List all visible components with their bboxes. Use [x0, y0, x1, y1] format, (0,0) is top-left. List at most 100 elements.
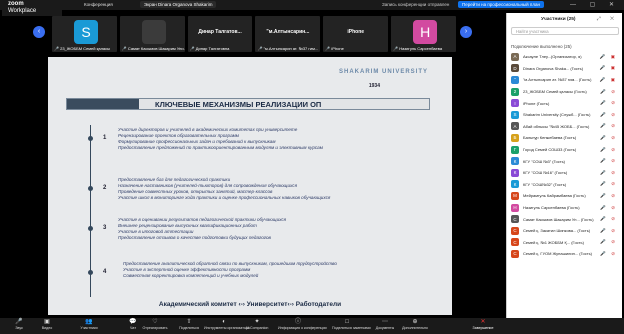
participant-name: КГУ "СОШ №3" (Гость) — [523, 158, 566, 164]
mic-camera-icon[interactable]: 🎤 ⊘ — [600, 100, 617, 106]
participant-row[interactable]: Н Назигуль Сарсенбаева (Гость) 🎤 ⊘ — [511, 202, 621, 214]
group-items: Участие директоров и учителей в академич… — [118, 127, 323, 151]
participant-row[interactable]: IiPhone (Гость) 🎤 ⊘ — [511, 97, 621, 109]
toolbar-button-5[interactable]: ♡ Отреагировать — [140, 318, 170, 334]
participant-row[interactable]: A Аксауле Тлеу...(Организатор, я) 🎤 ▣ — [511, 51, 621, 63]
participant-name: 🎤 "м.Алтынсарин ат. №37 гим... — [257, 46, 319, 51]
video-thumbnail[interactable]: S 🎤 23_ЖОББМ Семей қаласы — [52, 16, 117, 52]
toolbar-button-8[interactable]: ✦ AI Companion — [242, 318, 272, 334]
participant-row[interactable]: " "м.Алтынсарин ат. №37 гим... (Гость) 🎤 ▣ — [511, 74, 621, 86]
title-bar: Конференция Экран Dinara Organova Shakar… — [0, 0, 624, 10]
participant-name: Город Семей СОШ33 (Гость) — [523, 147, 577, 153]
participant-name: Самат Касымов Шакарим Ун... (Гость) — [523, 216, 594, 222]
timeline-dot — [88, 186, 93, 191]
participant-name: Аксауле Тлеу...(Организатор, я) — [523, 54, 582, 60]
avatar: С — [511, 249, 519, 258]
participant-row[interactable]: С Семей қ. Закатил Шинкова... (Гость) 🎤 ⊘ — [511, 225, 621, 237]
mic-camera-icon[interactable]: 🎤 ⊘ — [600, 205, 617, 211]
prev-page-arrow-icon[interactable]: ‹ — [33, 26, 45, 38]
mic-camera-icon[interactable]: 🎤 ▣ — [600, 77, 617, 83]
mic-camera-icon[interactable]: 🎤 ⊘ — [600, 228, 617, 234]
toolbar-button-2[interactable]: ▣ Видео — [32, 318, 62, 334]
participant-row[interactable]: A Абай облысы "№45 ЖОББ... (Гость) 🎤 ⊘ — [511, 121, 621, 133]
toolbar-label: AI Companion — [245, 326, 269, 330]
toolbar-label: Инструменты организатора — [204, 326, 250, 330]
avatar: I — [511, 99, 519, 108]
mic-camera-icon[interactable]: 🎤 ▣ — [600, 54, 617, 60]
participant-row[interactable]: 2 23_ЖОББМ Семей қаласы (Гость) 🎤 ⊘ — [511, 86, 621, 98]
university-name: SHAKARIM UNIVERSITY — [338, 69, 428, 75]
connected-section-header[interactable]: Подключение выполнено (25) — [511, 44, 572, 49]
video-thumbnail[interactable]: H 🎤 Назигуль Сарсенбаева — [391, 16, 456, 52]
mic-camera-icon[interactable]: 🎤 ⊘ — [600, 216, 617, 222]
participant-name: Назигуль Сарсенбаева (Гость) — [523, 205, 580, 211]
participant-row[interactable]: С Семей қ. ГУОМ Жунашилин... (Гость) 🎤 ⊘ — [511, 248, 621, 260]
group-number: 2 — [103, 185, 107, 191]
toolbar-button-11[interactable]: ⋯ Документы — [370, 318, 400, 334]
participant-row[interactable]: Б Бальнур Кенжебаева (Гость) 🎤 ⊘ — [511, 132, 621, 144]
mic-camera-icon[interactable]: 🎤 ⊘ — [600, 170, 617, 176]
avatar: Н — [511, 203, 519, 212]
mic-camera-icon[interactable]: 🎤 ▣ — [600, 65, 617, 71]
mic-camera-icon[interactable]: 🎤 ⊘ — [600, 251, 617, 257]
panel-controls[interactable]: ⤢ ✕ — [597, 16, 618, 22]
mic-camera-icon[interactable]: 🎤 ⊘ — [600, 123, 617, 129]
video-feed: Динар Талгатов... — [198, 29, 242, 35]
mic-camera-icon[interactable]: 🎤 ⊘ — [600, 193, 617, 199]
toolbar-icon: ⊕ — [412, 319, 418, 325]
next-page-arrow-icon[interactable]: › — [460, 26, 472, 38]
avatar: С — [511, 238, 519, 247]
participant-row[interactable]: К КГУ "СОШ №3" (Гость) 🎤 ⊘ — [511, 155, 621, 167]
mic-camera-icon[interactable]: 🎤 ⊘ — [600, 239, 617, 245]
participant-row[interactable]: С Семей қ. №1 ЖОББМ Қ... (Гость) 🎤 ⊘ — [511, 237, 621, 249]
participant-row[interactable]: М Мейрамгуль Кайрамбаева (Гость) 🎤 ⊘ — [511, 190, 621, 202]
participant-row[interactable]: Г Город Семей СОШ33 (Гость) 🎤 ⊘ — [511, 144, 621, 156]
toolbar-icon: 🎤 — [15, 319, 23, 325]
avatar: К — [511, 157, 519, 166]
avatar: С — [511, 215, 519, 224]
toolbar-button-10[interactable]: □ Поделиться заметками — [332, 318, 371, 334]
participant-name: КГУ "СОШ№32" (Гость) — [523, 181, 567, 187]
toolbar-button-13[interactable]: ✕ Завершение — [468, 318, 498, 334]
mic-camera-icon[interactable]: 🎤 ⊘ — [600, 112, 617, 118]
mic-camera-icon[interactable]: 🎤 ⊘ — [600, 181, 617, 187]
timeline-dot — [88, 136, 93, 141]
window-controls[interactable]: — ▢ ✕ — [570, 1, 620, 8]
toolbar-icon: ✦ — [254, 319, 260, 325]
mic-camera-icon[interactable]: 🎤 ⊘ — [600, 147, 617, 153]
toolbar-button-6[interactable]: ⇧ Поделиться — [174, 318, 204, 334]
avatar: К — [511, 168, 519, 177]
screen-share-indicator[interactable]: Экран Dinara Organova Shakarim — [140, 1, 217, 8]
mic-camera-icon[interactable]: 🎤 ⊘ — [600, 89, 617, 95]
zoom-logo: zoom Workplace — [2, 0, 62, 16]
toolbar-button-3[interactable]: 👥 Участники — [74, 318, 104, 334]
toolbar-label: Видео — [41, 326, 53, 330]
group-number: 4 — [103, 269, 107, 275]
toolbar-label: Отреагировать — [142, 326, 168, 330]
participant-row[interactable]: К КГУ "СОШ №16" (Гость) 🎤 ⊘ — [511, 167, 621, 179]
slide-title: КЛЮЧЕВЫЕ МЕХАНИЗМЫ РЕАЛИЗАЦИИ ОП — [155, 100, 322, 109]
mic-camera-icon[interactable]: 🎤 ⊘ — [600, 135, 617, 141]
toolbar-button-7[interactable]: ◐ Инструменты организатора — [204, 318, 250, 334]
video-thumbnail[interactable]: Динар Талгатов... 🎤 Динар Талгатовна — [187, 16, 253, 52]
participant-row[interactable]: S Shakarim University (Служб... (Гость) 🎤 … — [511, 109, 621, 121]
toolbar-icon: ♡ — [152, 319, 158, 325]
participant-name: Мейрамгуль Кайрамбаева (Гость) — [523, 193, 586, 199]
participant-row[interactable]: D Dinara Organova Shaka... (Гость) 🎤 ▣ — [511, 63, 621, 75]
conference-label: Конференция — [84, 2, 113, 7]
participant-search-input[interactable]: Найти участника — [511, 27, 619, 35]
toolbar-label: Завершение — [472, 326, 494, 330]
toolbar-button-9[interactable]: ⓘ Информация о конференции — [278, 318, 327, 334]
toolbar-button-1[interactable]: 🎤 Звук — [4, 318, 34, 334]
avatar: Г — [511, 145, 519, 154]
avatar: 2 — [511, 87, 519, 96]
participant-row[interactable]: К КГУ "СОШ№32" (Гость) 🎤 ⊘ — [511, 179, 621, 191]
upgrade-plan-button[interactable]: Перейти на профессиональный план — [458, 1, 544, 8]
video-thumbnail[interactable]: iPhone 🎤 iPhone — [323, 16, 389, 52]
participant-row[interactable]: С Самат Касымов Шакарим Ун... (Гость) 🎤 ⊘ — [511, 213, 621, 225]
video-thumbnail[interactable]: 🎤 Самат Касымов Шакарим Уни... — [119, 16, 185, 52]
toolbar-icon: ⇧ — [186, 319, 192, 325]
video-thumbnail[interactable]: "м.Алтынсарин... 🎤 "м.Алтынсарин ат. №37 … — [255, 16, 321, 52]
toolbar-button-12[interactable]: ⊕ Дополнительно — [400, 318, 430, 334]
mic-camera-icon[interactable]: 🎤 ⊘ — [600, 158, 617, 164]
